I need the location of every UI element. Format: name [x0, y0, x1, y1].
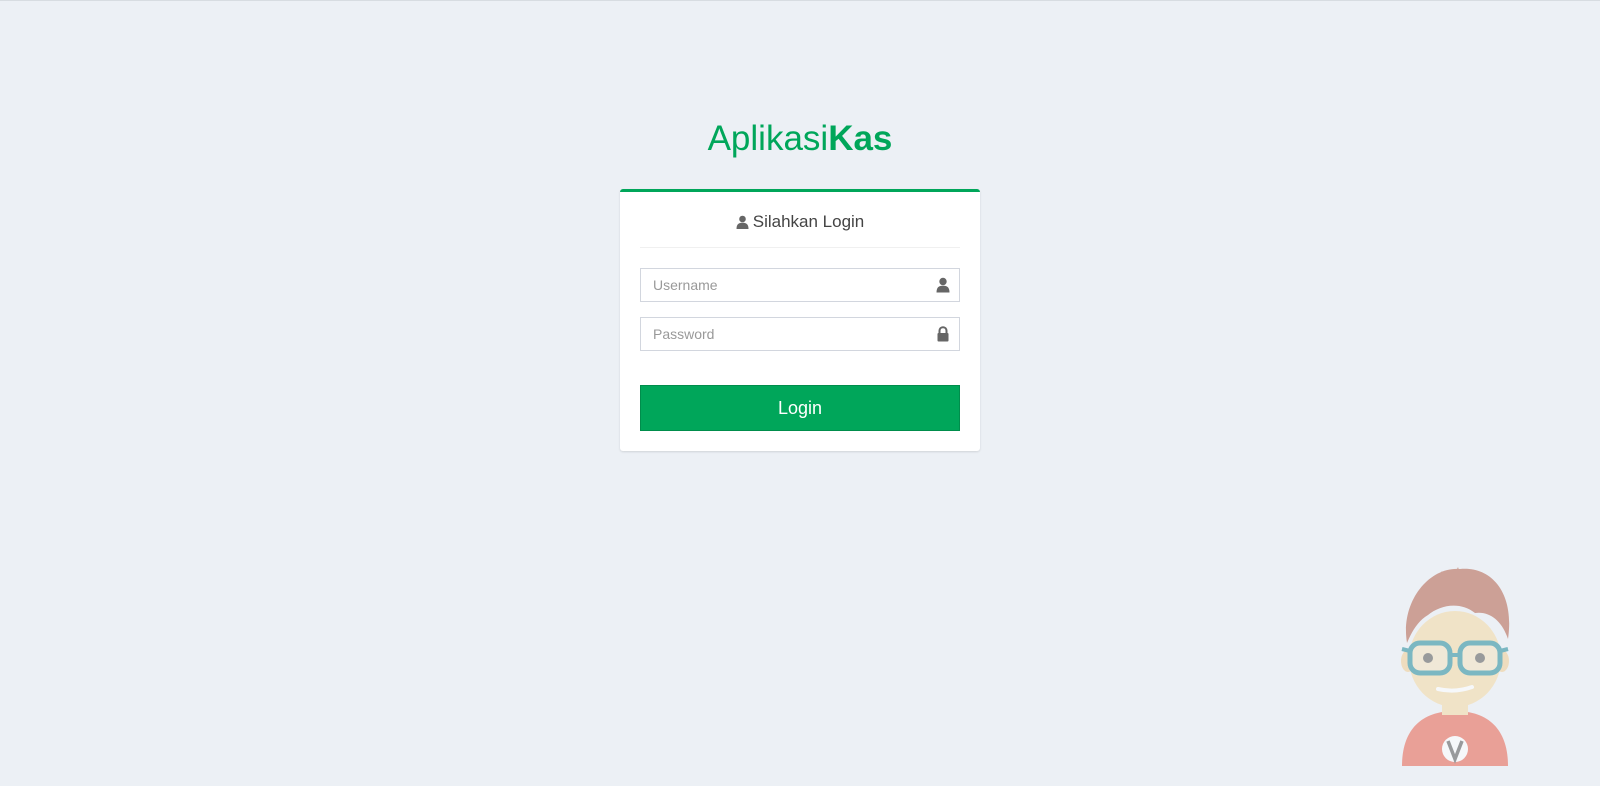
password-field-group [640, 317, 960, 351]
logo-light-text: Aplikasi [707, 119, 829, 158]
login-box: Silahkan Login Login [620, 189, 980, 451]
mascot-illustration [1390, 561, 1520, 771]
app-logo[interactable]: AplikasiKas [0, 119, 1600, 159]
user-icon [936, 277, 950, 293]
login-title-text: Silahkan Login [752, 212, 865, 231]
login-button[interactable]: Login [640, 385, 960, 431]
password-input[interactable] [640, 317, 960, 351]
username-input[interactable] [640, 268, 960, 302]
user-icon [736, 214, 749, 234]
lock-icon [936, 326, 950, 342]
username-field-group [640, 268, 960, 302]
login-box-title: Silahkan Login [640, 212, 960, 248]
logo-bold-text: Kas [828, 119, 893, 158]
